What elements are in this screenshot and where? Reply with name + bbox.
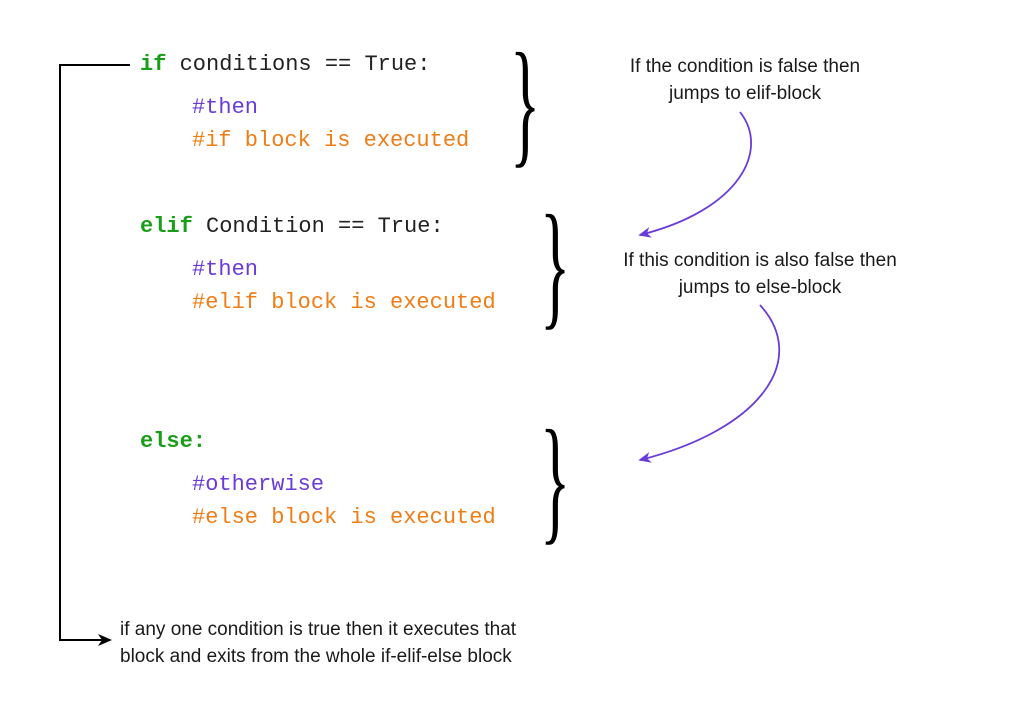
arrow-icon [640, 112, 751, 235]
else-line: else: [140, 425, 496, 458]
elif-body: #then #elif block is executed [140, 253, 496, 319]
if-line: if conditions == True: [140, 48, 469, 81]
bracket-arrow-icon [60, 65, 130, 640]
else-body: #otherwise #else block is executed [140, 468, 496, 534]
if-block: if conditions == True: #then #if block i… [140, 48, 469, 157]
elif-comment-then: #then [192, 257, 258, 282]
elif-block: elif Condition == True: #then #elif bloc… [140, 210, 496, 319]
if-condition: conditions == True: [166, 52, 430, 77]
brace-icon: } [540, 184, 570, 345]
annotation-elif-line1: If this condition is also false then [623, 250, 897, 271]
annotation-exit: if any one condition is true then it exe… [120, 617, 640, 670]
if-body: #then #if block is executed [140, 91, 469, 157]
else-block: else: #otherwise #else block is executed [140, 425, 496, 534]
else-keyword: else: [140, 429, 206, 454]
annotation-if-line2: jumps to elif-block [669, 83, 821, 104]
else-comment-exec: #else block is executed [192, 505, 496, 530]
elif-keyword: elif [140, 214, 193, 239]
if-keyword: if [140, 52, 166, 77]
annotation-elif: If this condition is also false then jum… [590, 248, 930, 301]
elif-line: elif Condition == True: [140, 210, 496, 243]
arrow-icon [640, 305, 779, 460]
annotation-if-line1: If the condition is false then [630, 56, 860, 77]
if-comment-exec: #if block is executed [192, 128, 469, 153]
annotation-exit-line2: block and exits from the whole if-elif-e… [120, 646, 512, 667]
brace-icon: } [510, 22, 540, 183]
elif-condition: Condition == True: [193, 214, 444, 239]
brace-icon: } [540, 399, 570, 560]
annotation-exit-line1: if any one condition is true then it exe… [120, 619, 516, 640]
else-comment-otherwise: #otherwise [192, 472, 324, 497]
if-comment-then: #then [192, 95, 258, 120]
annotation-if: If the condition is false then jumps to … [595, 54, 895, 107]
annotation-elif-line2: jumps to else-block [679, 277, 842, 298]
elif-comment-exec: #elif block is executed [192, 290, 496, 315]
